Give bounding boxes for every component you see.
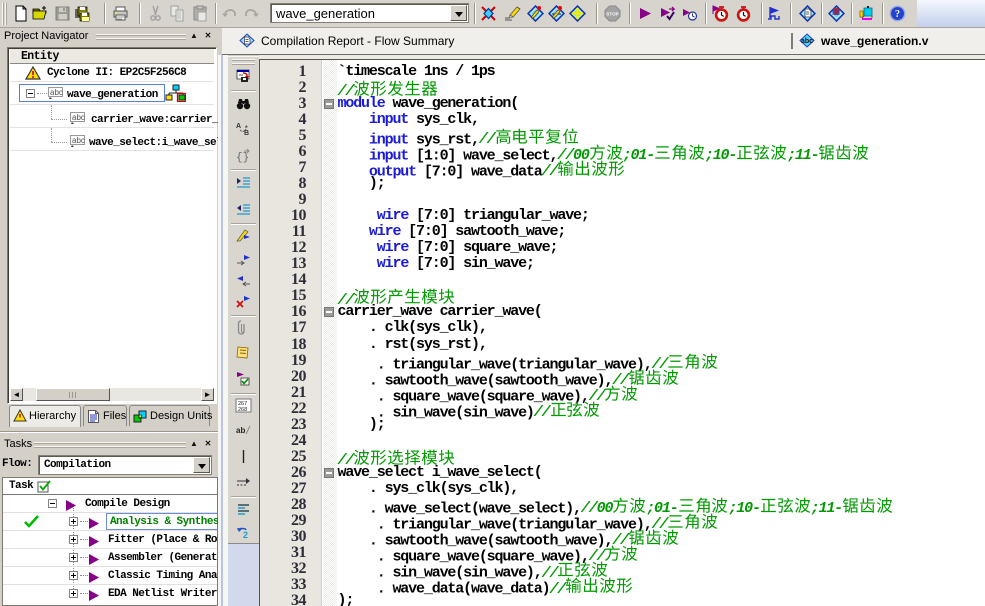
svg-text:2: 2	[243, 530, 248, 540]
svg-text:?: ?	[895, 9, 900, 20]
svg-text:abc: abc	[801, 38, 813, 45]
svg-text:abc: abc	[72, 113, 85, 122]
svg-text:ab: ab	[236, 426, 245, 435]
svg-text:268: 268	[238, 407, 247, 413]
svg-text:{}: {}	[236, 152, 249, 164]
svg-text:STOP: STOP	[606, 12, 618, 17]
svg-text:abc: abc	[50, 88, 63, 97]
svg-text:A: A	[236, 123, 241, 130]
svg-text:B: B	[244, 130, 249, 137]
svg-text:abc: abc	[72, 136, 85, 145]
